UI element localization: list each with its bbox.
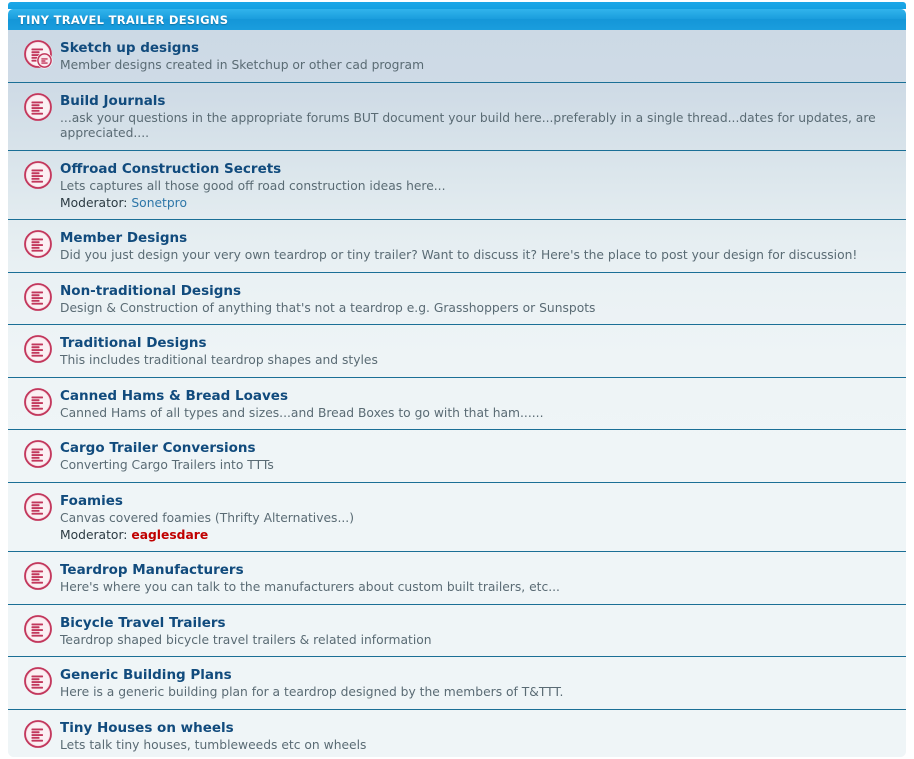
forum-text-cell: Teardrop Manufacturers Here's where you … xyxy=(58,559,896,596)
forum-text-cell: Generic Building Plans Here is a generic… xyxy=(58,664,896,701)
forum-title-link[interactable]: Generic Building Plans xyxy=(60,667,232,684)
forum-title-link[interactable]: Offroad Construction Secrets xyxy=(60,161,281,178)
forum-category-panel: TINY TRAVEL TRAILER DESIGNS Sketch up de… xyxy=(8,9,906,757)
forum-text-cell: Build Journals ...ask your questions in … xyxy=(58,90,896,142)
forum-description: Design & Construction of anything that's… xyxy=(60,300,596,315)
category-title: TINY TRAVEL TRAILER DESIGNS xyxy=(18,12,229,27)
forum-description: Member designs created in Sketchup or ot… xyxy=(60,58,425,72)
forum-row-3[interactable]: Member Designs Did you just design your … xyxy=(8,220,906,273)
forum-unread-icon[interactable] xyxy=(23,387,53,417)
forum-row-4[interactable]: Non-traditional Designs Design & Constru… xyxy=(8,273,906,325)
forum-icon-cell xyxy=(18,490,58,522)
forum-title-link[interactable]: Tiny Houses on wheels xyxy=(60,720,234,737)
moderator-name-link[interactable]: eaglesdare xyxy=(131,528,208,542)
forum-unread-icon[interactable] xyxy=(23,334,53,364)
forum-text-cell: Non-traditional Designs Design & Constru… xyxy=(58,280,896,317)
forum-text-cell: Member Designs Did you just design your … xyxy=(58,227,896,264)
forum-title-link[interactable]: Member Designs xyxy=(60,230,187,247)
forum-icon-cell xyxy=(18,717,58,749)
forum-row-7[interactable]: Cargo Trailer Conversions Converting Car… xyxy=(8,430,906,483)
forum-description: Did you just design your very own teardr… xyxy=(60,248,858,262)
forum-icon-cell xyxy=(18,664,58,696)
forum-description: Here's where you can talk to the manufac… xyxy=(60,580,560,594)
forum-icon-cell xyxy=(18,227,58,259)
forum-icon-cell xyxy=(18,437,58,469)
forum-unread-icon[interactable] xyxy=(23,92,53,122)
forum-row-1[interactable]: Build Journals ...ask your questions in … xyxy=(8,83,906,151)
forum-description: This includes traditional teardrop shape… xyxy=(60,353,378,367)
forum-description: Canned Hams of all types and sizes...and… xyxy=(60,405,544,420)
forum-text-cell: Offroad Construction Secrets Lets captur… xyxy=(58,158,896,212)
moderator-label: Moderator: xyxy=(60,196,128,210)
forum-title-link[interactable]: Sketch up designs xyxy=(60,40,199,57)
forum-description: Canvas covered foamies (Thrifty Alternat… xyxy=(60,510,354,525)
forum-title-link[interactable]: Non-traditional Designs xyxy=(60,283,241,300)
forum-row-9[interactable]: Teardrop Manufacturers Here's where you … xyxy=(8,552,906,605)
forum-moderator-line: Moderator: eaglesdare xyxy=(60,527,896,543)
forum-text-cell: Cargo Trailer Conversions Converting Car… xyxy=(58,437,896,474)
forum-title-link[interactable]: Teardrop Manufacturers xyxy=(60,562,244,579)
forum-unread-icon[interactable] xyxy=(23,439,53,469)
forum-unread-icon[interactable] xyxy=(23,614,53,644)
forum-icon-cell xyxy=(18,158,58,190)
forum-title-link[interactable]: Traditional Designs xyxy=(60,335,207,352)
forum-description: Teardrop shaped bicycle travel trailers … xyxy=(60,632,432,647)
forum-icon-cell xyxy=(18,332,58,364)
forum-row-2[interactable]: Offroad Construction Secrets Lets captur… xyxy=(8,151,906,220)
forum-unread-icon[interactable] xyxy=(23,666,53,696)
forum-unread-icon[interactable] xyxy=(23,492,53,522)
forum-row-0[interactable]: Sketch up designs Member designs created… xyxy=(8,30,906,83)
forum-list: Sketch up designs Member designs created… xyxy=(8,30,906,757)
top-edge-strip xyxy=(8,2,906,9)
forum-unread-icon[interactable] xyxy=(23,282,53,312)
moderator-name-link[interactable]: Sonetpro xyxy=(131,196,187,210)
forum-title-link[interactable]: Build Journals xyxy=(60,93,165,110)
forum-icon-cell xyxy=(18,612,58,644)
forum-description: Here is a generic building plan for a te… xyxy=(60,685,564,699)
forum-icon-cell xyxy=(18,37,58,69)
forum-row-12[interactable]: Tiny Houses on wheels Lets talk tiny hou… xyxy=(8,710,906,758)
forum-text-cell: Canned Hams & Bread Loaves Canned Hams o… xyxy=(58,385,896,422)
forum-moderator-line: Moderator: Sonetpro xyxy=(60,195,896,211)
forum-description: ...ask your questions in the appropriate… xyxy=(60,110,876,141)
forum-unread-icon[interactable] xyxy=(23,229,53,259)
forum-icon-cell xyxy=(18,280,58,312)
forum-text-cell: Foamies Canvas covered foamies (Thrifty … xyxy=(58,490,896,544)
forum-row-6[interactable]: Canned Hams & Bread Loaves Canned Hams o… xyxy=(8,378,906,430)
forum-unread-icon[interactable] xyxy=(23,561,53,591)
forum-icon-cell xyxy=(18,90,58,122)
forum-description: Converting Cargo Trailers into TTTs xyxy=(60,458,274,472)
forum-description: Lets talk tiny houses, tumbleweeds etc o… xyxy=(60,737,367,752)
forum-unread-icon[interactable] xyxy=(23,719,53,749)
forum-icon-cell xyxy=(18,559,58,591)
forum-text-cell: Sketch up designs Member designs created… xyxy=(58,37,896,74)
forum-title-link[interactable]: Bicycle Travel Trailers xyxy=(60,615,226,632)
forum-title-link[interactable]: Foamies xyxy=(60,493,123,510)
category-header-bar: TINY TRAVEL TRAILER DESIGNS xyxy=(8,9,906,30)
forum-text-cell: Bicycle Travel Trailers Teardrop shaped … xyxy=(58,612,896,649)
forum-icon-cell xyxy=(18,385,58,417)
forum-text-cell: Traditional Designs This includes tradit… xyxy=(58,332,896,369)
moderator-label: Moderator: xyxy=(60,528,128,542)
forum-unread-subforum-icon[interactable] xyxy=(23,39,53,69)
forum-title-link[interactable]: Cargo Trailer Conversions xyxy=(60,440,256,457)
forum-row-8[interactable]: Foamies Canvas covered foamies (Thrifty … xyxy=(8,483,906,552)
forum-row-5[interactable]: Traditional Designs This includes tradit… xyxy=(8,325,906,378)
forum-unread-icon[interactable] xyxy=(23,160,53,190)
forum-row-10[interactable]: Bicycle Travel Trailers Teardrop shaped … xyxy=(8,605,906,657)
forum-description: Lets captures all those good off road co… xyxy=(60,178,446,193)
forum-title-link[interactable]: Canned Hams & Bread Loaves xyxy=(60,388,288,405)
forum-text-cell: Tiny Houses on wheels Lets talk tiny hou… xyxy=(58,717,896,754)
forum-row-11[interactable]: Generic Building Plans Here is a generic… xyxy=(8,657,906,710)
